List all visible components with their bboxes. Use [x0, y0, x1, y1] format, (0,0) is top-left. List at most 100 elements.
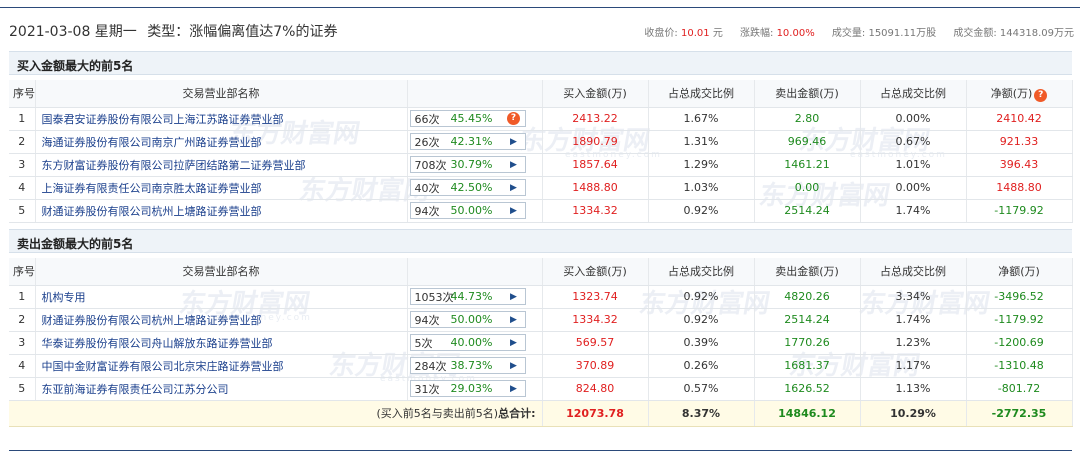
dept-link[interactable]: 机构专用	[42, 291, 86, 304]
stats-chip[interactable]: 40次 42.50% ▶	[409, 179, 526, 196]
sell-amount: 2514.24	[754, 199, 861, 223]
sell-amount: 2514.24	[754, 308, 861, 332]
buy-amount: 1857.64	[542, 153, 649, 177]
dept-link[interactable]: 华泰证券股份有限公司舟山解放东路证券营业部	[42, 337, 273, 350]
stock-stats: 收盘价: 10.01 元 涨跌幅: 10.00% 成交量: 15091.11万股…	[644, 24, 1074, 39]
stats-cell: 40次 42.50% ▶	[407, 176, 543, 200]
stats-chip[interactable]: 5次 40.00% ▶	[409, 334, 526, 351]
stats-cell: 31次 29.03% ▶	[407, 377, 543, 401]
sell-amount: 1626.52	[754, 377, 861, 401]
chip-icon[interactable]: ▶	[503, 361, 525, 371]
col-buy: 买入金额(万)	[542, 258, 649, 286]
question-icon[interactable]: ?	[1034, 88, 1048, 102]
stats-cell: 94次 50.00% ▶	[407, 199, 543, 223]
chip-icon[interactable]: ▶	[503, 384, 525, 394]
stats-cell: 284次 38.73% ▶	[407, 354, 543, 378]
stats-chip[interactable]: 94次 50.00% ▶	[409, 311, 526, 328]
row-seq: 1	[9, 107, 36, 131]
volume-label: 成交量:	[831, 28, 866, 39]
sell-amount: 969.46	[754, 130, 861, 154]
buy-amount: 1323.74	[542, 285, 649, 309]
sell-amount: 1770.26	[754, 331, 861, 355]
row-seq: 4	[9, 354, 36, 378]
col-sell-ratio: 占总成交比例	[860, 258, 967, 286]
row-seq: 2	[9, 130, 36, 154]
dept-link[interactable]: 东方财富证券股份有限公司拉萨团结路第二证券营业部	[42, 159, 306, 172]
total-label-prefix: (买入前5名与卖出前5名)	[376, 407, 499, 420]
total-label: (买入前5名与卖出前5名)总合计:	[9, 400, 543, 427]
dept-cell: 财通证券股份有限公司杭州上塘路证券营业部	[35, 199, 408, 223]
dept-link[interactable]: 海通证券股份有限公司南京广州路证券营业部	[42, 136, 262, 149]
buy-amount: 1890.79	[542, 130, 649, 154]
stats-chip[interactable]: 284次 38.73% ▶	[409, 357, 526, 374]
page-title: 2021-03-08 星期一 类型：涨幅偏离值达7%的证券	[9, 21, 337, 41]
total-buy-ratio: 8.37%	[648, 400, 755, 427]
dept-link[interactable]: 中国中金财富证券有限公司北京宋庄路证券营业部	[42, 360, 284, 373]
buy-ratio: 0.26%	[648, 354, 755, 378]
close-unit: 元	[712, 28, 723, 39]
dept-link[interactable]: 国泰君安证券股份有限公司上海江苏路证券营业部	[42, 113, 284, 126]
row-seq: 5	[9, 377, 36, 401]
count-text: 26次	[414, 135, 440, 149]
sell-ratio: 1.74%	[860, 308, 967, 332]
net-amount: 921.33	[966, 130, 1073, 154]
chip-icon[interactable]: ▶	[503, 315, 525, 325]
play-icon: ▶	[510, 337, 517, 348]
sell-table: 序号 交易营业部名称 买入金额(万) 占总成交比例 卖出金额(万) 占总成交比例…	[9, 258, 1073, 427]
dept-cell: 中国中金财富证券有限公司北京宋庄路证券营业部	[35, 354, 408, 378]
play-icon: ▶	[510, 383, 517, 394]
chip-icon[interactable]: ▶	[503, 160, 525, 170]
net-amount: -801.72	[966, 377, 1073, 401]
sell-ratio: 1.74%	[860, 199, 967, 223]
bottom-rule	[9, 450, 1072, 451]
chip-icon[interactable]: ?	[503, 112, 525, 125]
count-text: 5次	[414, 336, 433, 350]
chip-icon[interactable]: ▶	[503, 137, 525, 147]
chip-icon[interactable]: ▶	[503, 338, 525, 348]
buy-ratio: 0.39%	[648, 331, 755, 355]
dept-link[interactable]: 东亚前海证券有限责任公司江苏分公司	[42, 383, 229, 396]
sell-ratio: 0.00%	[860, 176, 967, 200]
table-row: 1 国泰君安证券股份有限公司上海江苏路证券营业部 66次 45.45%? 2413.22…	[9, 107, 1073, 131]
buy-amount: 1488.80	[542, 176, 649, 200]
row-seq: 3	[9, 331, 36, 355]
stats-chip[interactable]: 26次 42.31% ▶	[409, 133, 526, 150]
question-icon[interactable]: ?	[507, 112, 520, 125]
total-net: -2772.35	[966, 400, 1073, 427]
dept-link[interactable]: 财通证券股份有限公司杭州上塘路证券营业部	[42, 314, 262, 327]
stats-chip[interactable]: 31次 29.03% ▶	[409, 380, 526, 397]
dept-link[interactable]: 上海证券有限责任公司南京胜太路证券营业部	[42, 182, 262, 195]
type-label: 类型：涨幅偏离值达7%的证券	[147, 24, 338, 40]
dept-link[interactable]: 财通证券股份有限公司杭州上塘路证券营业部	[42, 205, 262, 218]
sell-ratio: 3.34%	[860, 285, 967, 309]
trade-date: 2021-03-08 星期一	[9, 24, 137, 40]
stats-chip[interactable]: 94次 50.00% ▶	[409, 202, 526, 219]
dept-cell: 上海证券有限责任公司南京胜太路证券营业部	[35, 176, 408, 200]
chip-icon[interactable]: ▶	[503, 292, 525, 302]
table-row: 5 东亚前海证券有限责任公司江苏分公司 31次 29.03% ▶ 824.80 0.57% 1…	[9, 377, 1073, 401]
sell-amount: 2.80	[754, 107, 861, 131]
col-buy: 买入金额(万)	[542, 80, 649, 108]
buy-amount: 370.89	[542, 354, 649, 378]
net-amount: -3496.52	[966, 285, 1073, 309]
stats-chip[interactable]: 1053次 44.73% ▶	[409, 288, 526, 305]
table-row: 3 东方财富证券股份有限公司拉萨团结路第二证券营业部 708次 30.79% ▶ 1857…	[9, 153, 1073, 177]
sell-ratio: 0.67%	[860, 130, 967, 154]
count-text: 708次	[414, 158, 447, 172]
net-amount: -1200.69	[966, 331, 1073, 355]
count-text: 1053次	[414, 290, 454, 304]
chip-icon[interactable]: ▶	[503, 183, 525, 193]
stats-cell: 1053次 44.73% ▶	[407, 285, 543, 309]
row-seq: 5	[9, 199, 36, 223]
dept-cell: 国泰君安证券股份有限公司上海江苏路证券营业部	[35, 107, 408, 131]
stats-chip[interactable]: 708次 30.79% ▶	[409, 156, 526, 173]
dept-cell: 财通证券股份有限公司杭州上塘路证券营业部	[35, 308, 408, 332]
stats-cell: 26次 42.31% ▶	[407, 130, 543, 154]
stats-chip[interactable]: 66次 45.45%?	[409, 110, 526, 127]
col-net-label: 净额(万)	[990, 86, 1033, 100]
sell-ratio: 1.01%	[860, 153, 967, 177]
chip-icon[interactable]: ▶	[503, 206, 525, 216]
stats-cell: 66次 45.45%?	[407, 107, 543, 131]
table-row: 1 机构专用 1053次 44.73% ▶ 1323.74 0.92% 4820.26 3.34…	[9, 285, 1073, 309]
col-net: 净额(万)?	[966, 80, 1073, 108]
